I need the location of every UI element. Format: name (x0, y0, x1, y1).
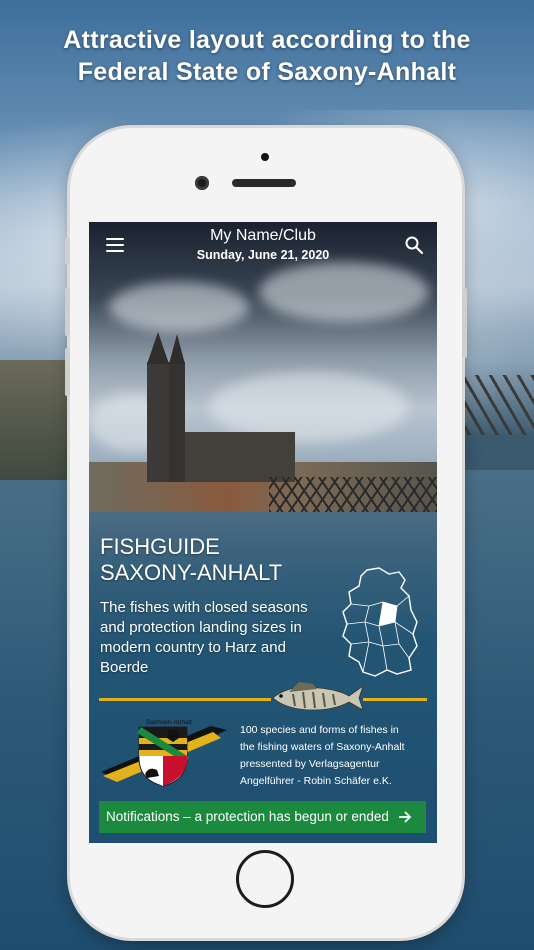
emblem-label: Sachsen-Anhalt (146, 719, 192, 726)
publisher-info-line3: pressented by Verlagsagentur (240, 758, 380, 770)
fishguide-title-line1: FISHGUIDE (100, 534, 220, 559)
promo-headline-line2: Federal State of Saxony-Anhalt (77, 58, 457, 86)
notifications-button-label: Notifications – a protection has begun o… (106, 809, 389, 824)
publisher-info-line1: 100 species and forms of fishes in (240, 724, 399, 736)
background-bridge (454, 375, 534, 435)
zander-fish-icon (272, 682, 364, 711)
volume-up-button (65, 288, 70, 336)
power-button (462, 288, 467, 358)
volume-down-button (65, 348, 70, 396)
earpiece-speaker (232, 179, 296, 187)
gold-divider-left (99, 698, 271, 701)
cathedral-nave (185, 432, 295, 482)
arrow-right-icon (399, 811, 412, 823)
promo-headline: Attractive layout according to the Feder… (0, 24, 534, 88)
proximity-sensor (261, 153, 269, 161)
app-screen: My Name/Club Sunday, June 21, 2020 FISHG… (89, 222, 437, 843)
mute-switch (65, 238, 70, 264)
cathedral-tower-right (169, 362, 185, 482)
cloud (259, 262, 429, 322)
publisher-info-line2: the fishing waters of Saxony-Anhalt (240, 741, 405, 753)
fishguide-title-line2: SAXONY-ANHALT (100, 560, 283, 585)
search-icon[interactable] (405, 236, 423, 254)
publisher-info-line4: Angelführer - Robin Schäfer e.K. (240, 775, 392, 787)
app-top-bar: My Name/Club Sunday, June 21, 2020 (89, 222, 437, 270)
bridge (269, 477, 437, 512)
phone-frame: My Name/Club Sunday, June 21, 2020 FISHG… (65, 128, 467, 938)
cloud (109, 282, 249, 332)
publisher-info: 100 species and forms of fishes in the f… (240, 722, 430, 790)
app-date: Sunday, June 21, 2020 (196, 248, 330, 262)
cathedral-spire-left (147, 332, 169, 364)
home-button[interactable] (236, 850, 294, 908)
cathedral-tower-left (147, 362, 169, 482)
notifications-button[interactable]: Notifications – a protection has begun o… (99, 801, 426, 833)
germany-map-icon (342, 567, 418, 677)
gold-divider-right (363, 698, 427, 701)
promo-headline-line1: Attractive layout according to the (63, 26, 471, 54)
front-camera (195, 176, 209, 190)
app-title: My Name/Club (210, 227, 316, 244)
cathedral-spire-right (169, 334, 185, 364)
fishguide-description: The fishes with closed seasons and prote… (100, 599, 308, 676)
fishguide-title: FISHGUIDE SAXONY-ANHALT (100, 534, 282, 586)
sachsen-anhalt-emblem: Sachsen-Anhalt (101, 719, 227, 787)
